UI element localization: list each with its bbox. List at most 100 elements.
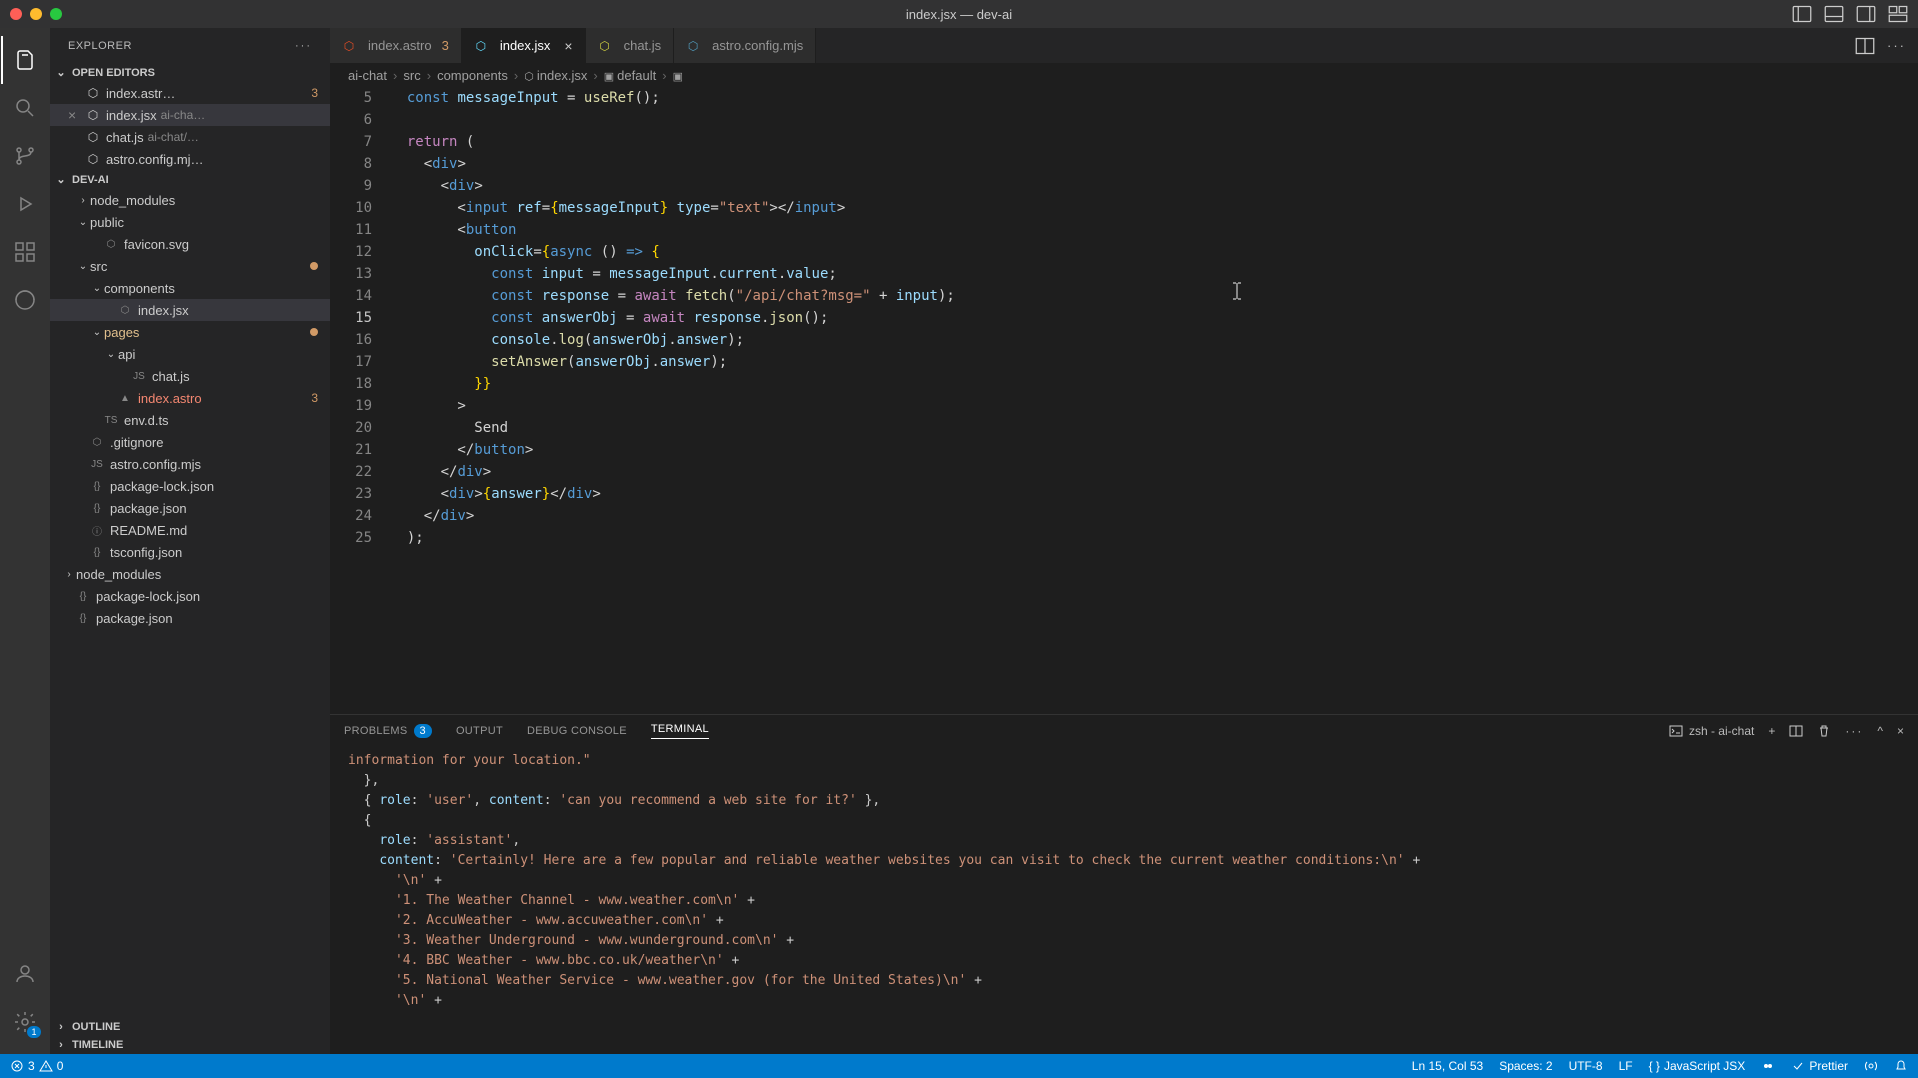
code-line[interactable]: setAnswer(answerObj.answer); [390,351,1918,373]
tree-item[interactable]: ▲index.astro3 [50,387,330,409]
breadcrumb-item[interactable]: src [403,68,420,83]
panel-tab-problems[interactable]: PROBLEMS 3 [344,724,432,738]
tree-item[interactable]: ⌄pages [50,321,330,343]
code-line[interactable]: <div> [390,175,1918,197]
tree-item[interactable]: ⌄src [50,255,330,277]
panel-bottom-icon[interactable] [1824,4,1844,24]
status-prettier[interactable]: Prettier [1791,1059,1848,1073]
close-tab-icon[interactable]: × [564,38,572,54]
close-panel-icon[interactable]: × [1897,724,1904,738]
tree-item[interactable]: ›node_modules [50,189,330,211]
status-errors[interactable]: 3 0 [10,1059,63,1073]
activity-explorer[interactable] [1,36,49,84]
breadcrumb-item[interactable]: components [437,68,508,83]
terminal-output[interactable]: information for your location." }, { rol… [330,747,1918,1054]
minimap[interactable] [1900,87,1918,714]
activity-run-debug[interactable] [1,180,49,228]
code-editor[interactable]: 5678910111213141516171819202122232425 co… [330,87,1918,714]
code-line[interactable]: </div> [390,505,1918,527]
code-line[interactable] [390,109,1918,131]
maximize-panel-icon[interactable]: ^ [1877,724,1883,738]
split-editor-icon[interactable] [1855,36,1875,56]
code-line[interactable]: const answerObj = await response.json(); [390,307,1918,329]
minimize-window-button[interactable] [30,8,42,20]
panel-tab-terminal[interactable]: TERMINAL [651,723,709,739]
status-copilot[interactable] [1761,1059,1775,1073]
tree-item[interactable]: ⌄components [50,277,330,299]
layout-customize-icon[interactable] [1888,4,1908,24]
activity-extensions[interactable] [1,228,49,276]
panel-more-icon[interactable]: ··· [1845,724,1863,738]
tree-item[interactable]: ⌄public [50,211,330,233]
code-line[interactable]: <input ref={messageInput} type="text"></… [390,197,1918,219]
code-content[interactable]: const messageInput = useRef(); return ( … [390,87,1918,714]
code-line[interactable]: const response = await fetch("/api/chat?… [390,285,1918,307]
breadcrumb-item[interactable]: ai-chat [348,68,387,83]
code-line[interactable]: console.log(answerObj.answer); [390,329,1918,351]
tree-item[interactable]: ⓘREADME.md [50,519,330,541]
tree-item[interactable]: ⬡favicon.svg [50,233,330,255]
status-line-col[interactable]: Ln 15, Col 53 [1412,1059,1483,1073]
split-terminal-icon[interactable] [1789,724,1803,738]
code-line[interactable]: </div> [390,461,1918,483]
code-line[interactable]: onClick={async () => { [390,241,1918,263]
editor-tab[interactable]: ⬡astro.config.mjs [674,28,816,63]
tree-item[interactable]: ⬡index.jsx [50,299,330,321]
tree-item[interactable]: {}package.json [50,607,330,629]
tree-item[interactable]: {}tsconfig.json [50,541,330,563]
panel-right-icon[interactable] [1856,4,1876,24]
close-editor-icon[interactable]: × [68,107,86,123]
panel-left-icon[interactable] [1792,4,1812,24]
panel-tab-output[interactable]: OUTPUT [456,725,503,737]
code-line[interactable]: const input = messageInput.current.value… [390,263,1918,285]
timeline-header[interactable]: › TIMELINE [50,1036,330,1054]
open-editor-item[interactable]: ×⬡index.jsxai-cha… [50,104,330,126]
code-line[interactable]: > [390,395,1918,417]
tree-item[interactable]: JSchat.js [50,365,330,387]
status-bell[interactable] [1894,1059,1908,1073]
tree-item[interactable]: TSenv.d.ts [50,409,330,431]
code-line[interactable]: return ( [390,131,1918,153]
breadcrumb-item[interactable]: ▣ [673,68,686,83]
code-line[interactable]: <div> [390,153,1918,175]
tree-item[interactable]: {}package-lock.json [50,585,330,607]
open-editor-item[interactable]: ⬡chat.jsai-chat/… [50,126,330,148]
code-line[interactable]: ); [390,527,1918,549]
open-editors-header[interactable]: ⌄ OPEN EDITORS [50,63,330,82]
code-line[interactable]: <button [390,219,1918,241]
new-terminal-icon[interactable]: + [1768,724,1775,738]
panel-tab-debug[interactable]: DEBUG CONSOLE [527,725,627,737]
status-feedback[interactable] [1864,1059,1878,1073]
tab-more-icon[interactable]: ··· [1887,38,1906,53]
code-line[interactable]: Send [390,417,1918,439]
editor-tab[interactable]: ⬡index.astro3 [330,28,462,63]
editor-tab[interactable]: ⬡index.jsx× [462,28,586,63]
status-encoding[interactable]: UTF-8 [1569,1059,1603,1073]
outline-header[interactable]: › OUTLINE [50,1018,330,1036]
status-eol[interactable]: LF [1619,1059,1633,1073]
status-language[interactable]: { } JavaScript JSX [1649,1059,1746,1073]
breadcrumb-item[interactable]: ▣default [604,68,656,83]
project-header[interactable]: ⌄ DEV-AI [50,170,330,189]
tree-item[interactable]: {}package.json [50,497,330,519]
code-line[interactable]: const messageInput = useRef(); [390,87,1918,109]
tree-item[interactable]: JSastro.config.mjs [50,453,330,475]
code-line[interactable]: <div>{answer}</div> [390,483,1918,505]
code-line[interactable]: </button> [390,439,1918,461]
tree-item[interactable]: ⬡.gitignore [50,431,330,453]
tree-item[interactable]: ⌄api [50,343,330,365]
open-editor-item[interactable]: ⬡astro.config.mj… [50,148,330,170]
open-editor-item[interactable]: ⬡index.astr…3 [50,82,330,104]
activity-settings[interactable]: 1 [1,998,49,1046]
terminal-shell-picker[interactable]: zsh - ai-chat [1669,724,1754,738]
activity-search[interactable] [1,84,49,132]
sidebar-more-icon[interactable]: ··· [295,40,312,52]
status-spaces[interactable]: Spaces: 2 [1499,1059,1552,1073]
maximize-window-button[interactable] [50,8,62,20]
breadcrumb-item[interactable]: ⬡index.jsx [524,68,587,83]
breadcrumb[interactable]: ai-chat›src›components›⬡index.jsx›▣defau… [330,63,1918,87]
code-line[interactable]: }} [390,373,1918,395]
close-window-button[interactable] [10,8,22,20]
tree-item[interactable]: ›node_modules [50,563,330,585]
tree-item[interactable]: {}package-lock.json [50,475,330,497]
